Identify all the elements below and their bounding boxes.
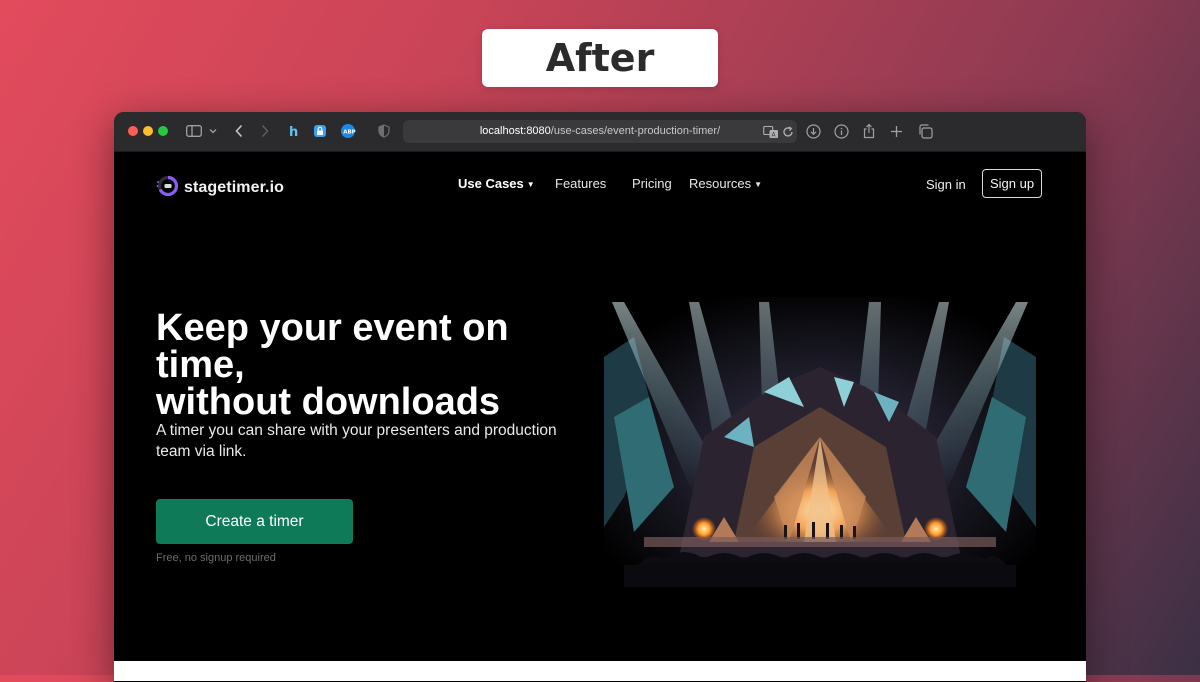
tabs-overview-icon[interactable]	[918, 122, 933, 140]
shield-icon[interactable]	[378, 122, 390, 140]
brand-name: stagetimer.io	[184, 178, 285, 196]
browser-toolbar: h ABP localhost:8080/use-cases/event-pro…	[114, 112, 1086, 152]
create-timer-button[interactable]: Create a timer	[156, 499, 353, 544]
sign-in-link[interactable]: Sign in	[926, 177, 966, 192]
close-window-button[interactable]	[128, 126, 138, 136]
zoom-window-button[interactable]	[158, 126, 168, 136]
browser-window: h ABP localhost:8080/use-cases/event-pro…	[114, 112, 1086, 682]
svg-text:h: h	[289, 125, 298, 139]
site-logo[interactable]: stagetimer.io	[156, 174, 284, 201]
concert-stage-illustration	[604, 297, 1036, 587]
cta-fine-print: Free, no signup required	[156, 552, 276, 564]
nav-use-cases[interactable]: Use Cases ▼	[458, 176, 535, 191]
honey-extension-icon[interactable]: h	[286, 122, 302, 140]
sidebar-icon[interactable]	[186, 122, 202, 140]
forward-icon[interactable]	[260, 122, 270, 140]
address-bar[interactable]: localhost:8080/use-cases/event-productio…	[403, 120, 797, 143]
back-icon[interactable]	[234, 122, 244, 140]
page-bottom-edge	[114, 661, 1086, 681]
headline-line-1: Keep your event on time,	[156, 307, 509, 386]
nav-resources-label: Resources	[689, 176, 752, 191]
nav-pricing[interactable]: Pricing	[632, 176, 672, 191]
nav-features[interactable]: Features	[555, 176, 606, 191]
share-icon[interactable]	[862, 122, 876, 140]
info-icon[interactable]	[834, 122, 849, 140]
chevron-down-icon[interactable]	[209, 122, 217, 140]
lock-extension-icon[interactable]	[312, 122, 328, 140]
headline-line-2: without downloads	[156, 381, 501, 423]
stopwatch-logo-icon	[156, 174, 179, 201]
hero-headline: Keep your event on time, without downloa…	[156, 307, 606, 423]
after-label: After	[482, 29, 718, 87]
sign-up-button[interactable]: Sign up	[982, 169, 1042, 198]
nav-use-cases-label: Use Cases	[458, 176, 524, 191]
caret-down-icon: ▼	[526, 180, 535, 189]
minimize-window-button[interactable]	[143, 126, 153, 136]
translate-icon[interactable]: A	[763, 123, 779, 141]
caret-down-icon: ▼	[754, 180, 763, 189]
reload-icon[interactable]	[782, 123, 794, 141]
page-content: stagetimer.io Use Cases ▼ Features Pricin…	[114, 152, 1086, 681]
new-tab-icon[interactable]	[890, 122, 903, 140]
hero-subtext: A timer you can share with your presente…	[156, 422, 557, 460]
download-icon[interactable]	[806, 122, 821, 140]
nav-resources[interactable]: Resources ▼	[689, 176, 762, 191]
svg-text:ABP: ABP	[343, 129, 355, 135]
url-path: /use-cases/event-production-timer/	[550, 125, 721, 137]
adblock-extension-icon[interactable]: ABP	[340, 122, 356, 140]
url-host: localhost:8080	[479, 125, 551, 137]
